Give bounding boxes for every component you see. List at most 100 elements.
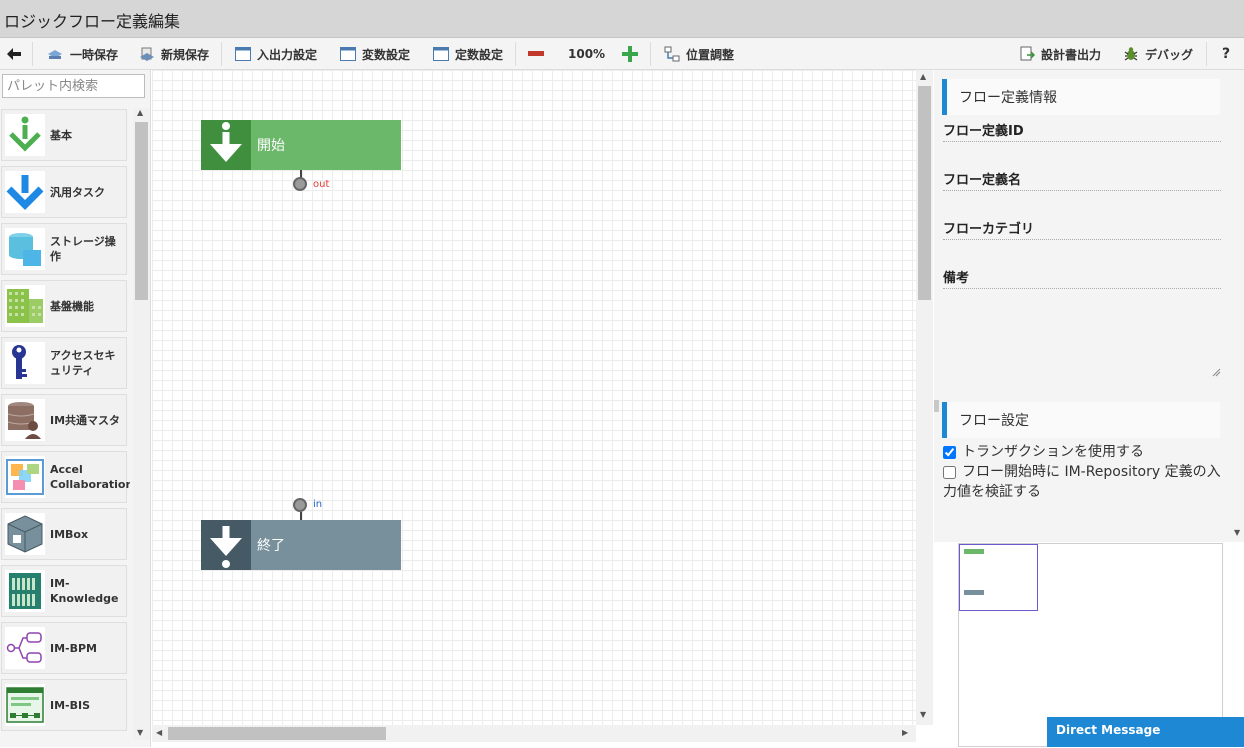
use-transaction-option[interactable]: トランザクションを使用する	[943, 442, 1144, 462]
palette-scrollbar[interactable]: ▲ ▼	[133, 108, 150, 740]
validate-input-checkbox[interactable]	[943, 465, 956, 479]
in-port-label: in	[313, 499, 323, 510]
books-icon	[5, 570, 45, 612]
scroll-down-arrow-icon[interactable]: ▼	[920, 710, 926, 719]
palette-item-storage[interactable]: ストレージ操作	[1, 223, 127, 275]
panel-splitter[interactable]	[934, 400, 939, 412]
palette-item-im-bpm[interactable]: IM-BPM	[1, 622, 127, 674]
direct-message-button[interactable]: Direct Message	[1047, 717, 1244, 747]
minimap-viewport[interactable]	[959, 544, 1038, 611]
palette-item-basic[interactable]: 基本	[1, 109, 127, 161]
scroll-thumb[interactable]	[135, 122, 148, 300]
debug-label: デバッグ	[1145, 47, 1194, 62]
toolbar: 一時保存 新規保存 入出力設定 変数設定 定数設定 100% 位置調整 設計書出…	[0, 38, 1244, 70]
key-icon	[5, 342, 45, 384]
scroll-right-arrow-icon[interactable]: ▶	[902, 728, 908, 737]
temp-save-button[interactable]: 一時保存	[46, 38, 118, 70]
back-button[interactable]	[6, 38, 28, 70]
connector-line	[300, 512, 302, 520]
scroll-down-arrow-icon[interactable]: ▼	[1234, 528, 1240, 537]
minus-icon	[528, 51, 544, 56]
scroll-left-arrow-icon[interactable]: ◀	[156, 728, 162, 737]
scroll-down-arrow-icon[interactable]: ▼	[137, 728, 143, 737]
validate-input-label-2: 力値を検証する	[943, 484, 1041, 500]
debug-button[interactable]: デバッグ	[1123, 38, 1193, 70]
storage-icon	[5, 228, 45, 270]
bug-icon	[1124, 47, 1138, 61]
window-icon	[340, 47, 356, 61]
position-adjust-button[interactable]: 位置調整	[664, 38, 734, 70]
palette-item-label: 汎用タスク	[50, 185, 105, 199]
palette-list: 基本 汎用タスク ストレージ操作 基盤機能 アクセスセキュリティ IM共通マスタ…	[0, 108, 130, 748]
palette-item-im-knowledge[interactable]: IM-Knowledge	[1, 565, 127, 617]
zoom-out-button[interactable]	[528, 38, 550, 70]
flow-settings-header: フロー設定	[942, 402, 1220, 438]
palette-item-im-common-master[interactable]: IM共通マスタ	[1, 394, 127, 446]
palette-item-platform[interactable]: 基盤機能	[1, 280, 127, 332]
io-settings-button[interactable]: 入出力設定	[235, 38, 317, 70]
out-port-label: out	[313, 179, 330, 190]
canvas-vertical-scrollbar[interactable]: ▲ ▼	[916, 70, 933, 725]
design-doc-output-label: 設計書出力	[1041, 47, 1102, 62]
save-as-icon	[140, 47, 154, 61]
palette-item-label: Accel Collaboration	[50, 463, 130, 491]
scroll-thumb[interactable]	[168, 727, 386, 740]
out-port[interactable]	[293, 177, 307, 191]
flow-id-label: フロー定義ID	[943, 124, 1024, 139]
palette-item-label: ストレージ操作	[50, 235, 116, 263]
scroll-up-arrow-icon[interactable]: ▲	[137, 108, 143, 117]
scroll-up-arrow-icon[interactable]: ▲	[920, 72, 926, 81]
palette-search-input[interactable]	[2, 74, 145, 98]
flow-name-field[interactable]: フロー定義名	[943, 169, 1221, 191]
down-arrow-green-icon	[5, 114, 45, 156]
title-bar: ロジックフロー定義編集	[0, 0, 1244, 38]
start-node[interactable]: 開始	[201, 120, 401, 170]
validate-input-option[interactable]: フロー開始時に IM-Repository 定義の入 力値を検証する	[943, 462, 1221, 502]
flow-info-header: フロー定義情報	[942, 79, 1220, 115]
canvas-horizontal-scrollbar[interactable]: ◀ ▶	[152, 725, 916, 742]
in-port[interactable]	[293, 498, 307, 512]
palette-item-label: IM-Knowledge	[50, 577, 119, 605]
box-icon	[5, 513, 45, 555]
var-settings-button[interactable]: 変数設定	[340, 38, 410, 70]
plus-icon	[622, 46, 638, 62]
remarks-field[interactable]: 備考	[943, 267, 1221, 289]
back-arrow-icon	[7, 48, 21, 60]
palette-item-im-bis[interactable]: IM-BIS	[1, 679, 127, 731]
remarks-label: 備考	[943, 271, 970, 286]
toolbar-divider	[515, 42, 516, 66]
flow-name-label: フロー定義名	[943, 173, 1022, 188]
layout-icon	[664, 46, 680, 62]
toolbar-divider	[221, 42, 222, 66]
toolbar-divider	[1206, 42, 1207, 66]
database-user-icon	[5, 399, 45, 441]
help-button[interactable]: ?	[1222, 38, 1230, 70]
palette-item-label: IMBox	[50, 527, 89, 541]
design-doc-output-button[interactable]: 設計書出力	[1019, 38, 1101, 70]
end-down-arrow-icon	[201, 520, 251, 570]
end-node[interactable]: 終了	[201, 520, 401, 570]
var-settings-label: 変数設定	[362, 47, 411, 62]
palette-item-access-security[interactable]: アクセスセキュリティ	[1, 337, 127, 389]
palette-item-label: 基盤機能	[50, 299, 94, 313]
palette-item-label: IM-BIS	[50, 698, 91, 712]
flow-canvas[interactable]: 開始 out in 終了	[152, 70, 916, 725]
grid-green-icon	[5, 285, 45, 327]
new-save-button[interactable]: 新規保存	[139, 38, 209, 70]
flow-id-field[interactable]: フロー定義ID	[943, 120, 1221, 142]
window-icon	[433, 47, 449, 61]
const-settings-label: 定数設定	[455, 47, 504, 62]
down-arrow-blue-icon	[5, 171, 45, 213]
zoom-in-button[interactable]	[622, 38, 644, 70]
window-icon	[235, 47, 251, 61]
palette-item-accel-collaboration[interactable]: Accel Collaboration	[1, 451, 130, 503]
resize-handle-icon[interactable]	[1212, 368, 1221, 377]
flow-category-field[interactable]: フローカテゴリ	[943, 218, 1221, 240]
const-settings-button[interactable]: 定数設定	[433, 38, 503, 70]
use-transaction-checkbox[interactable]	[943, 445, 956, 459]
palette-item-imbox[interactable]: IMBox	[1, 508, 127, 560]
scroll-thumb[interactable]	[918, 86, 931, 300]
document-export-icon	[1020, 46, 1035, 61]
validate-input-label-1: フロー開始時に IM-Repository 定義の入	[962, 464, 1221, 480]
palette-item-generic-task[interactable]: 汎用タスク	[1, 166, 127, 218]
